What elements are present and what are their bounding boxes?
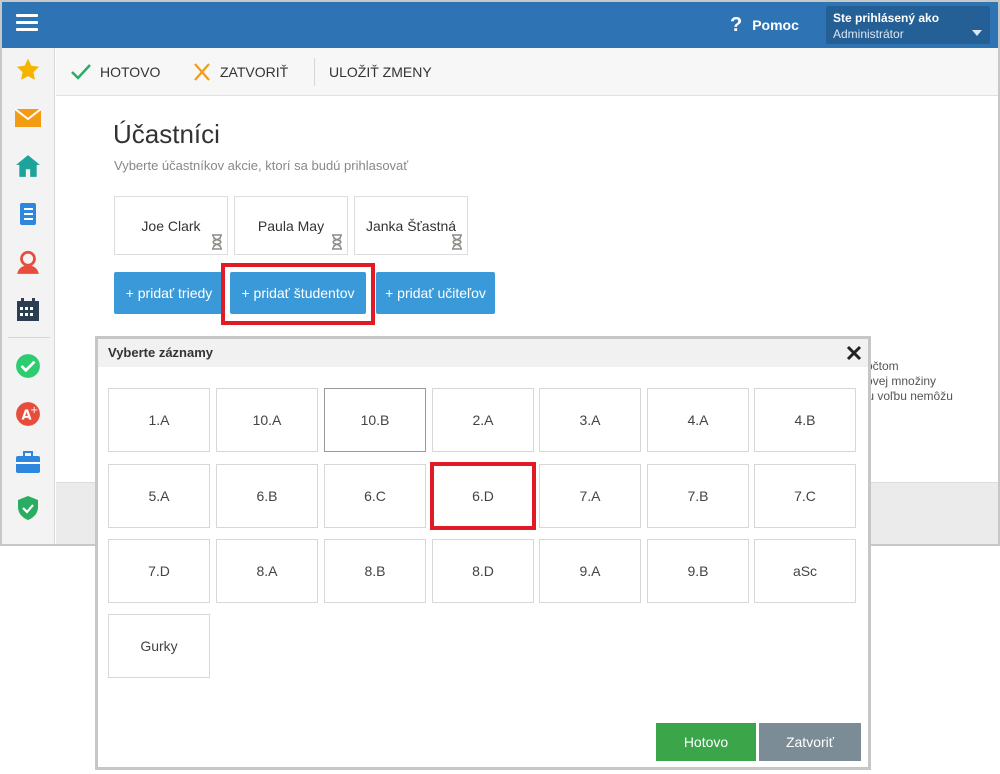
close-toolbar-button[interactable]: ZATVORIŤ (192, 48, 288, 96)
dialog-done-button[interactable]: Hotovo (656, 723, 756, 761)
record-item[interactable]: 5.A (108, 464, 210, 528)
record-item[interactable]: 3.A (539, 388, 641, 452)
record-item[interactable]: aSc (754, 539, 856, 603)
record-item[interactable]: 8.B (324, 539, 426, 603)
hourglass-icon (332, 234, 342, 250)
menu-icon[interactable] (16, 14, 38, 32)
user-line-2: Administrátor (833, 27, 904, 41)
record-item[interactable]: 8.D (432, 539, 534, 603)
mail-icon[interactable] (14, 104, 42, 132)
record-item[interactable]: 9.B (647, 539, 749, 603)
hourglass-icon (212, 234, 222, 250)
participant-card[interactable]: Janka Šťastná (354, 196, 468, 255)
add-teachers-button[interactable]: + pridať učiteľov (376, 272, 495, 314)
top-bar: ? Pomoc Ste prihlásený ako Administrátor (2, 2, 998, 48)
record-item[interactable]: 6.C (324, 464, 426, 528)
record-item[interactable]: 4.B (754, 388, 856, 452)
svg-text:+: + (30, 405, 38, 416)
question-icon: ? (730, 13, 743, 36)
check-icon (71, 64, 91, 80)
record-item[interactable]: 7.C (754, 464, 856, 528)
hourglass-icon (452, 234, 462, 250)
dialog-header: Vyberte záznamy (98, 339, 868, 367)
notebook-icon[interactable] (14, 200, 42, 228)
close-icon (194, 63, 210, 81)
record-item[interactable]: 6.D (432, 464, 534, 528)
user-menu[interactable]: Ste prihlásený ako Administrátor (826, 6, 990, 44)
participant-name: Joe Clark (141, 217, 201, 234)
record-item[interactable]: 10.B (324, 388, 426, 452)
record-item[interactable]: 10.A (216, 388, 318, 452)
star-icon[interactable] (14, 56, 42, 84)
record-item[interactable]: 7.B (647, 464, 749, 528)
help-label: Pomoc (752, 17, 799, 33)
participant-card[interactable]: Joe Clark (114, 196, 228, 255)
participant-name: Janka Šťastná (365, 217, 457, 234)
participant-card[interactable]: Paula May (234, 196, 348, 255)
toolbar-divider (314, 58, 315, 86)
help-button[interactable]: ? Pomoc (730, 12, 799, 38)
dialog-close-button[interactable]: Zatvoriť (759, 723, 861, 761)
chevron-down-icon (972, 30, 982, 36)
record-item[interactable]: 6.B (216, 464, 318, 528)
record-item[interactable]: 7.A (539, 464, 641, 528)
done-toolbar-label: HOTOVO (100, 64, 161, 80)
user-line-1: Ste prihlásený ako (833, 11, 940, 25)
close-toolbar-label: ZATVORIŤ (220, 64, 289, 80)
save-changes-label: ULOŽIŤ ZMENY (329, 64, 432, 80)
record-item[interactable]: 1.A (108, 388, 210, 452)
close-icon[interactable] (846, 345, 862, 361)
select-records-dialog: Vyberte záznamy 1.A 10.A 10.B 2.A 3.A 4.… (95, 336, 871, 770)
toolbar: HOTOVO ZATVORIŤ ULOŽIŤ ZMENY (56, 48, 998, 96)
shield-icon[interactable] (14, 494, 42, 522)
page-title: Účastníci (113, 119, 220, 149)
record-item[interactable]: Gurky (108, 614, 210, 678)
record-item[interactable]: 2.A (432, 388, 534, 452)
participant-name: Paula May (257, 217, 325, 234)
grade-icon[interactable]: A + (14, 400, 42, 428)
calendar-icon[interactable] (14, 296, 42, 324)
record-item[interactable]: 8.A (216, 539, 318, 603)
record-item[interactable]: 7.D (108, 539, 210, 603)
check-badge-icon[interactable] (14, 352, 42, 380)
sidebar: A + (2, 48, 55, 544)
add-students-button[interactable]: + pridať študentov (230, 272, 366, 314)
page-subtitle: Vyberte účastníkov akcie, ktorí sa budú … (114, 158, 409, 173)
home-icon[interactable] (14, 152, 42, 180)
sidebar-divider (8, 337, 50, 338)
user-icon[interactable] (14, 248, 42, 276)
dialog-title: Vyberte záznamy (108, 345, 214, 360)
add-classes-button[interactable]: + pridať triedy (114, 272, 224, 314)
record-item[interactable]: 4.A (647, 388, 749, 452)
record-item[interactable]: 9.A (539, 539, 641, 603)
done-toolbar-button[interactable]: HOTOVO (70, 48, 160, 96)
save-changes-button[interactable]: ULOŽIŤ ZMENY (329, 48, 432, 96)
briefcase-icon[interactable] (14, 448, 42, 476)
